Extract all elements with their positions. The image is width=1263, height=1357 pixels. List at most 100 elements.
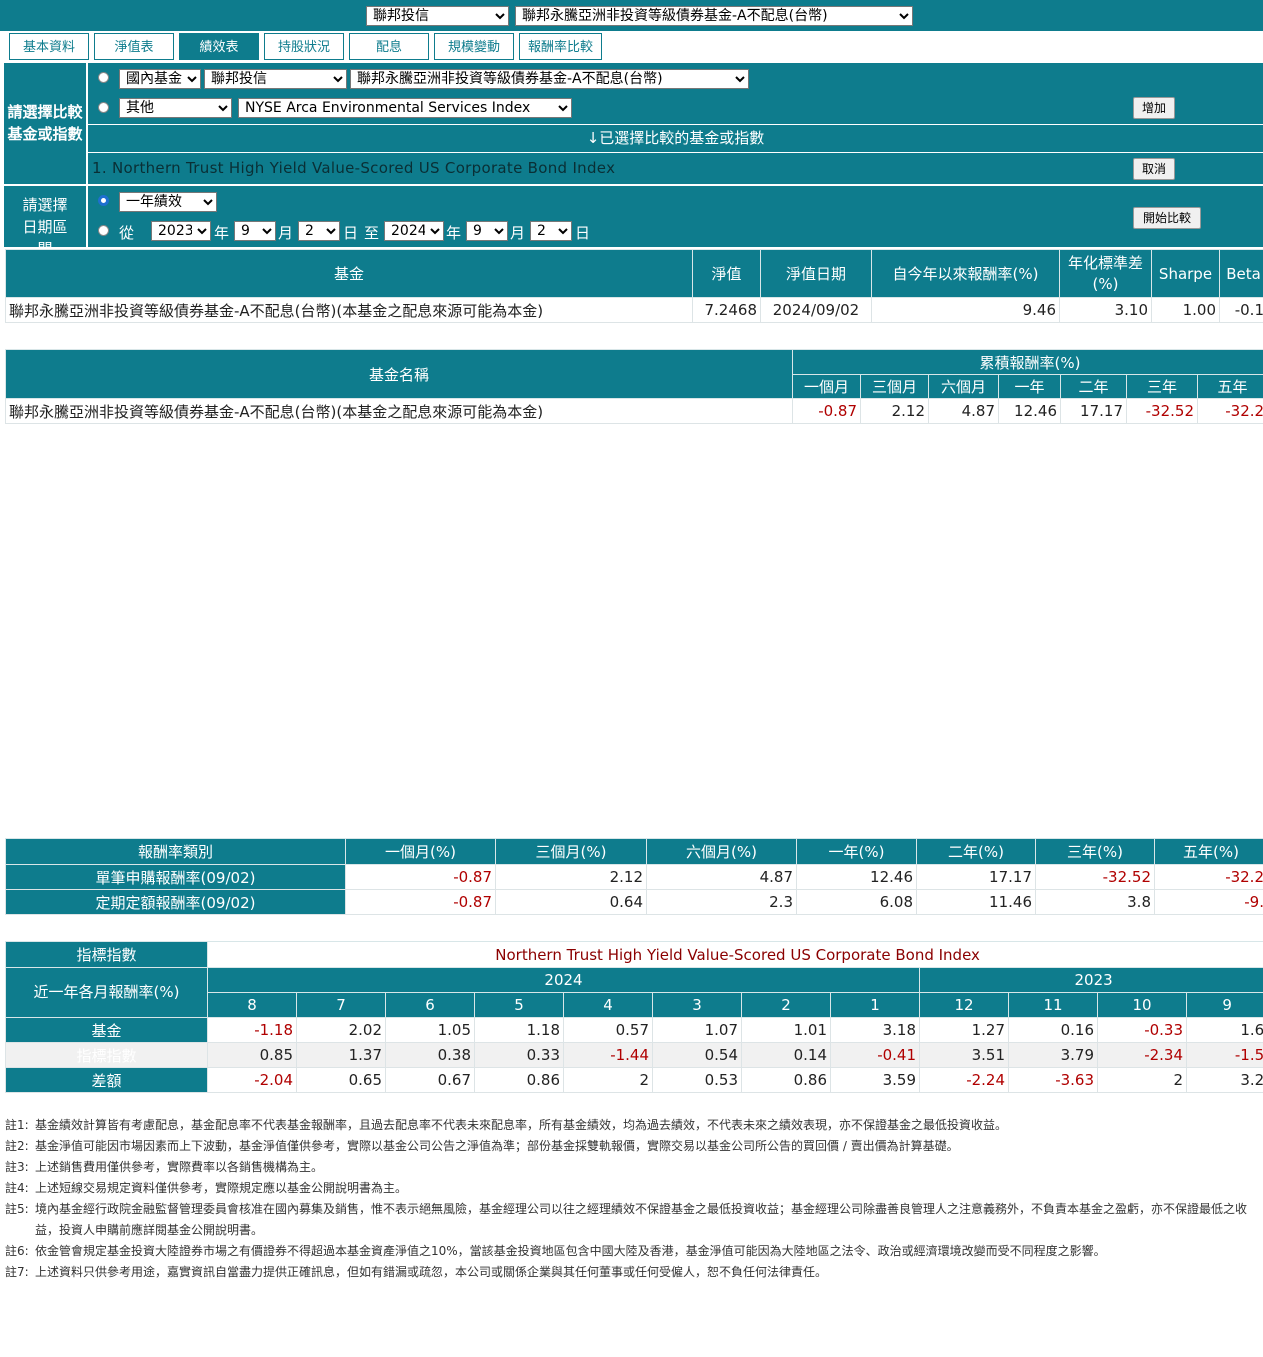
add-button[interactable]: 增加: [1133, 97, 1175, 119]
cell-value: 1.07: [652, 1017, 742, 1043]
cell-value: 1.37: [296, 1042, 386, 1068]
monthly-index-table: 指標指數 Northern Trust High Yield Value-Sco…: [5, 941, 1263, 1093]
cell-value: 0.65: [296, 1067, 386, 1093]
footnote-key: 註6:: [5, 1244, 29, 1258]
cell-value: 1.05: [385, 1017, 475, 1043]
fund-name: 聯邦永騰亞洲非投資等級債券基金-A不配息(台幣)(本基金之配息來源可能為本金): [5, 297, 693, 323]
month-header: 9: [1185, 992, 1263, 1018]
table-row: 定期定額報酬率(09/02) -0.87 0.64 2.3 6.08 11.46…: [5, 889, 1263, 915]
period-select[interactable]: 一年績效: [119, 192, 217, 212]
month-header: 8: [207, 992, 297, 1018]
cell-value: 12.46: [998, 398, 1061, 424]
from-month-select[interactable]: 9: [234, 221, 276, 241]
cell-value: 0.38: [385, 1042, 475, 1068]
month-header: 3: [652, 992, 742, 1018]
from-day-unit: 日: [343, 224, 359, 242]
tab-dividend[interactable]: 配息: [349, 33, 429, 60]
selected-row: 1. Northern Trust High Yield Value-Score…: [88, 153, 1263, 184]
nav-date: 2024/09/02: [760, 297, 872, 323]
month-header: 12: [919, 992, 1009, 1018]
year-2023: 2023: [918, 967, 1263, 993]
other-type-select[interactable]: 其他: [119, 98, 232, 118]
cell-value: 3.2: [1185, 1067, 1263, 1093]
fund-type-select[interactable]: 國內基金: [119, 69, 201, 89]
tab-holdings[interactable]: 持股狀況: [264, 33, 344, 60]
cell-value: -32.52: [1126, 398, 1198, 424]
footnote-key: 註7:: [5, 1265, 29, 1279]
col-3m: 三個月(%): [495, 838, 647, 865]
cell-value: 3.8: [1035, 889, 1155, 915]
to-year-select[interactable]: 2024: [384, 221, 444, 241]
col-nav-date: 淨值日期: [760, 249, 872, 298]
to-day-select[interactable]: 2: [530, 221, 572, 241]
col-index-header: 指標指數: [5, 941, 208, 968]
cell-value: -9.: [1154, 889, 1263, 915]
cell-value: 0.86: [741, 1067, 831, 1093]
cell-value: 6.08: [796, 889, 917, 915]
tab-basic-info[interactable]: 基本資料: [9, 33, 89, 60]
cell-value: 0.64: [495, 889, 647, 915]
radio-date-range[interactable]: [98, 225, 109, 236]
cell-value: 3.51: [919, 1042, 1009, 1068]
table-row: 單筆申購報酬率(09/02) -0.87 2.12 4.87 12.46 17.…: [5, 864, 1263, 890]
radio-domestic-fund[interactable]: [98, 72, 109, 83]
cell-value: -32.2: [1196, 398, 1263, 424]
date-controls: 一年績效 從 2023 年 9 月 2 日 至 2024 年 9 月 2 日 開…: [88, 186, 1263, 247]
cell-value: 0.33: [474, 1042, 564, 1068]
index-select[interactable]: NYSE Arca Environmental Services Index: [238, 98, 572, 118]
stdev-value: 3.10: [1059, 297, 1152, 323]
sharpe-value: 1.00: [1151, 297, 1220, 323]
compare-company-select[interactable]: 聯邦投信: [204, 69, 347, 89]
col-fund-name: 基金名稱: [5, 349, 793, 399]
compare-label-cell: 請選擇比較基金或指數: [4, 63, 86, 184]
radio-period[interactable]: [98, 195, 109, 206]
compare-fund-select[interactable]: 聯邦永騰亞洲非投資等級債券基金-A不配息(台幣): [350, 69, 749, 89]
footnote: 註4: 上述短線交易規定資料僅供參考，實際規定應以基金公開說明書為主。: [5, 1178, 1261, 1199]
cell-value: -0.87: [345, 864, 496, 890]
top-selector-bar: 聯邦投信 聯邦永騰亞洲非投資等級債券基金-A不配息(台幣): [0, 0, 1263, 31]
tab-return-compare[interactable]: 報酬率比較: [519, 33, 602, 60]
cell-value: 2.02: [296, 1017, 386, 1043]
footnote-key: 註3:: [5, 1160, 29, 1174]
footnotes: 註1: 基金績效計算皆有考慮配息，基金配息率不代表基金報酬率，且過去配息率不代表未…: [5, 1115, 1261, 1283]
table-row: 指標指數 0.85 1.37 0.38 0.33 -1.44 0.54 0.14 -0.41 3.…: [5, 1042, 1263, 1068]
company-select[interactable]: 聯邦投信: [366, 6, 509, 26]
footnote-text: 基金績效計算皆有考慮配息，基金配息率不代表基金報酬率，且過去配息率不代表未來配息…: [35, 1118, 1008, 1132]
footnote-text: 基金淨值可能因市場因素而上下波動，基金淨值僅供參考，實際以基金公司公告之淨值為準…: [35, 1139, 959, 1153]
footnote: 註7: 上述資料只供參考用途，嘉實資訊自當盡力提供正確訊息，但如有錯漏或疏忽，本公…: [5, 1262, 1261, 1283]
compare-selectors: 國內基金 聯邦投信 聯邦永騰亞洲非投資等級債券基金-A不配息(台幣) 其他 NY…: [88, 63, 1263, 124]
tab-size-change[interactable]: 規模變動: [434, 33, 514, 60]
footnote-key: 註2:: [5, 1139, 29, 1153]
footnote: 註6: 依金管會規定基金投資大陸證券市場之有價證券不得超過本基金資產淨值之10%，…: [5, 1241, 1261, 1262]
cell-value: 2.12: [495, 864, 647, 890]
cell-value: -32.52: [1035, 864, 1155, 890]
to-year-unit: 年: [446, 224, 462, 242]
compare-label: 請選擇比較基金或指數: [7, 103, 83, 143]
cell-value: 3.18: [830, 1017, 920, 1043]
from-year-select[interactable]: 2023: [151, 221, 211, 241]
to-label: 至: [364, 224, 380, 242]
cell-value: 0.54: [652, 1042, 742, 1068]
row-label: 指標指數: [5, 1042, 208, 1068]
row-label: 定期定額報酬率(09/02): [5, 889, 346, 915]
col-cumulative-group: 累積報酬率(%): [791, 349, 1263, 375]
from-day-select[interactable]: 2: [298, 221, 340, 241]
fund-name: 聯邦永騰亞洲非投資等級債券基金-A不配息(台幣)(本基金之配息來源可能為本金): [5, 398, 793, 424]
footnote-text: 依金管會規定基金投資大陸證券市場之有價證券不得超過本基金資產淨值之10%，當該基…: [35, 1244, 1106, 1258]
cell-value: 0.16: [1008, 1017, 1098, 1043]
month-header: 2: [741, 992, 831, 1018]
col-6m: 六個月(%): [646, 838, 797, 865]
start-compare-button[interactable]: 開始比較: [1133, 207, 1201, 229]
tab-performance[interactable]: 績效表: [179, 33, 259, 60]
cancel-button[interactable]: 取消: [1133, 158, 1175, 180]
fund-select[interactable]: 聯邦永騰亞洲非投資等級債券基金-A不配息(台幣): [515, 6, 913, 26]
table-row: 聯邦永騰亞洲非投資等級債券基金-A不配息(台幣)(本基金之配息來源可能為本金) …: [5, 398, 1263, 424]
cell-value: 17.17: [916, 864, 1036, 890]
date-label-cell: 請選擇日期區間: [4, 186, 86, 258]
footnote-key: 註1:: [5, 1118, 29, 1132]
radio-other[interactable]: [98, 102, 109, 113]
tab-nav-table[interactable]: 淨值表: [94, 33, 174, 60]
col-fund: 基金: [5, 249, 693, 298]
row-label: 單筆申購報酬率(09/02): [5, 864, 346, 890]
to-month-select[interactable]: 9: [466, 221, 508, 241]
